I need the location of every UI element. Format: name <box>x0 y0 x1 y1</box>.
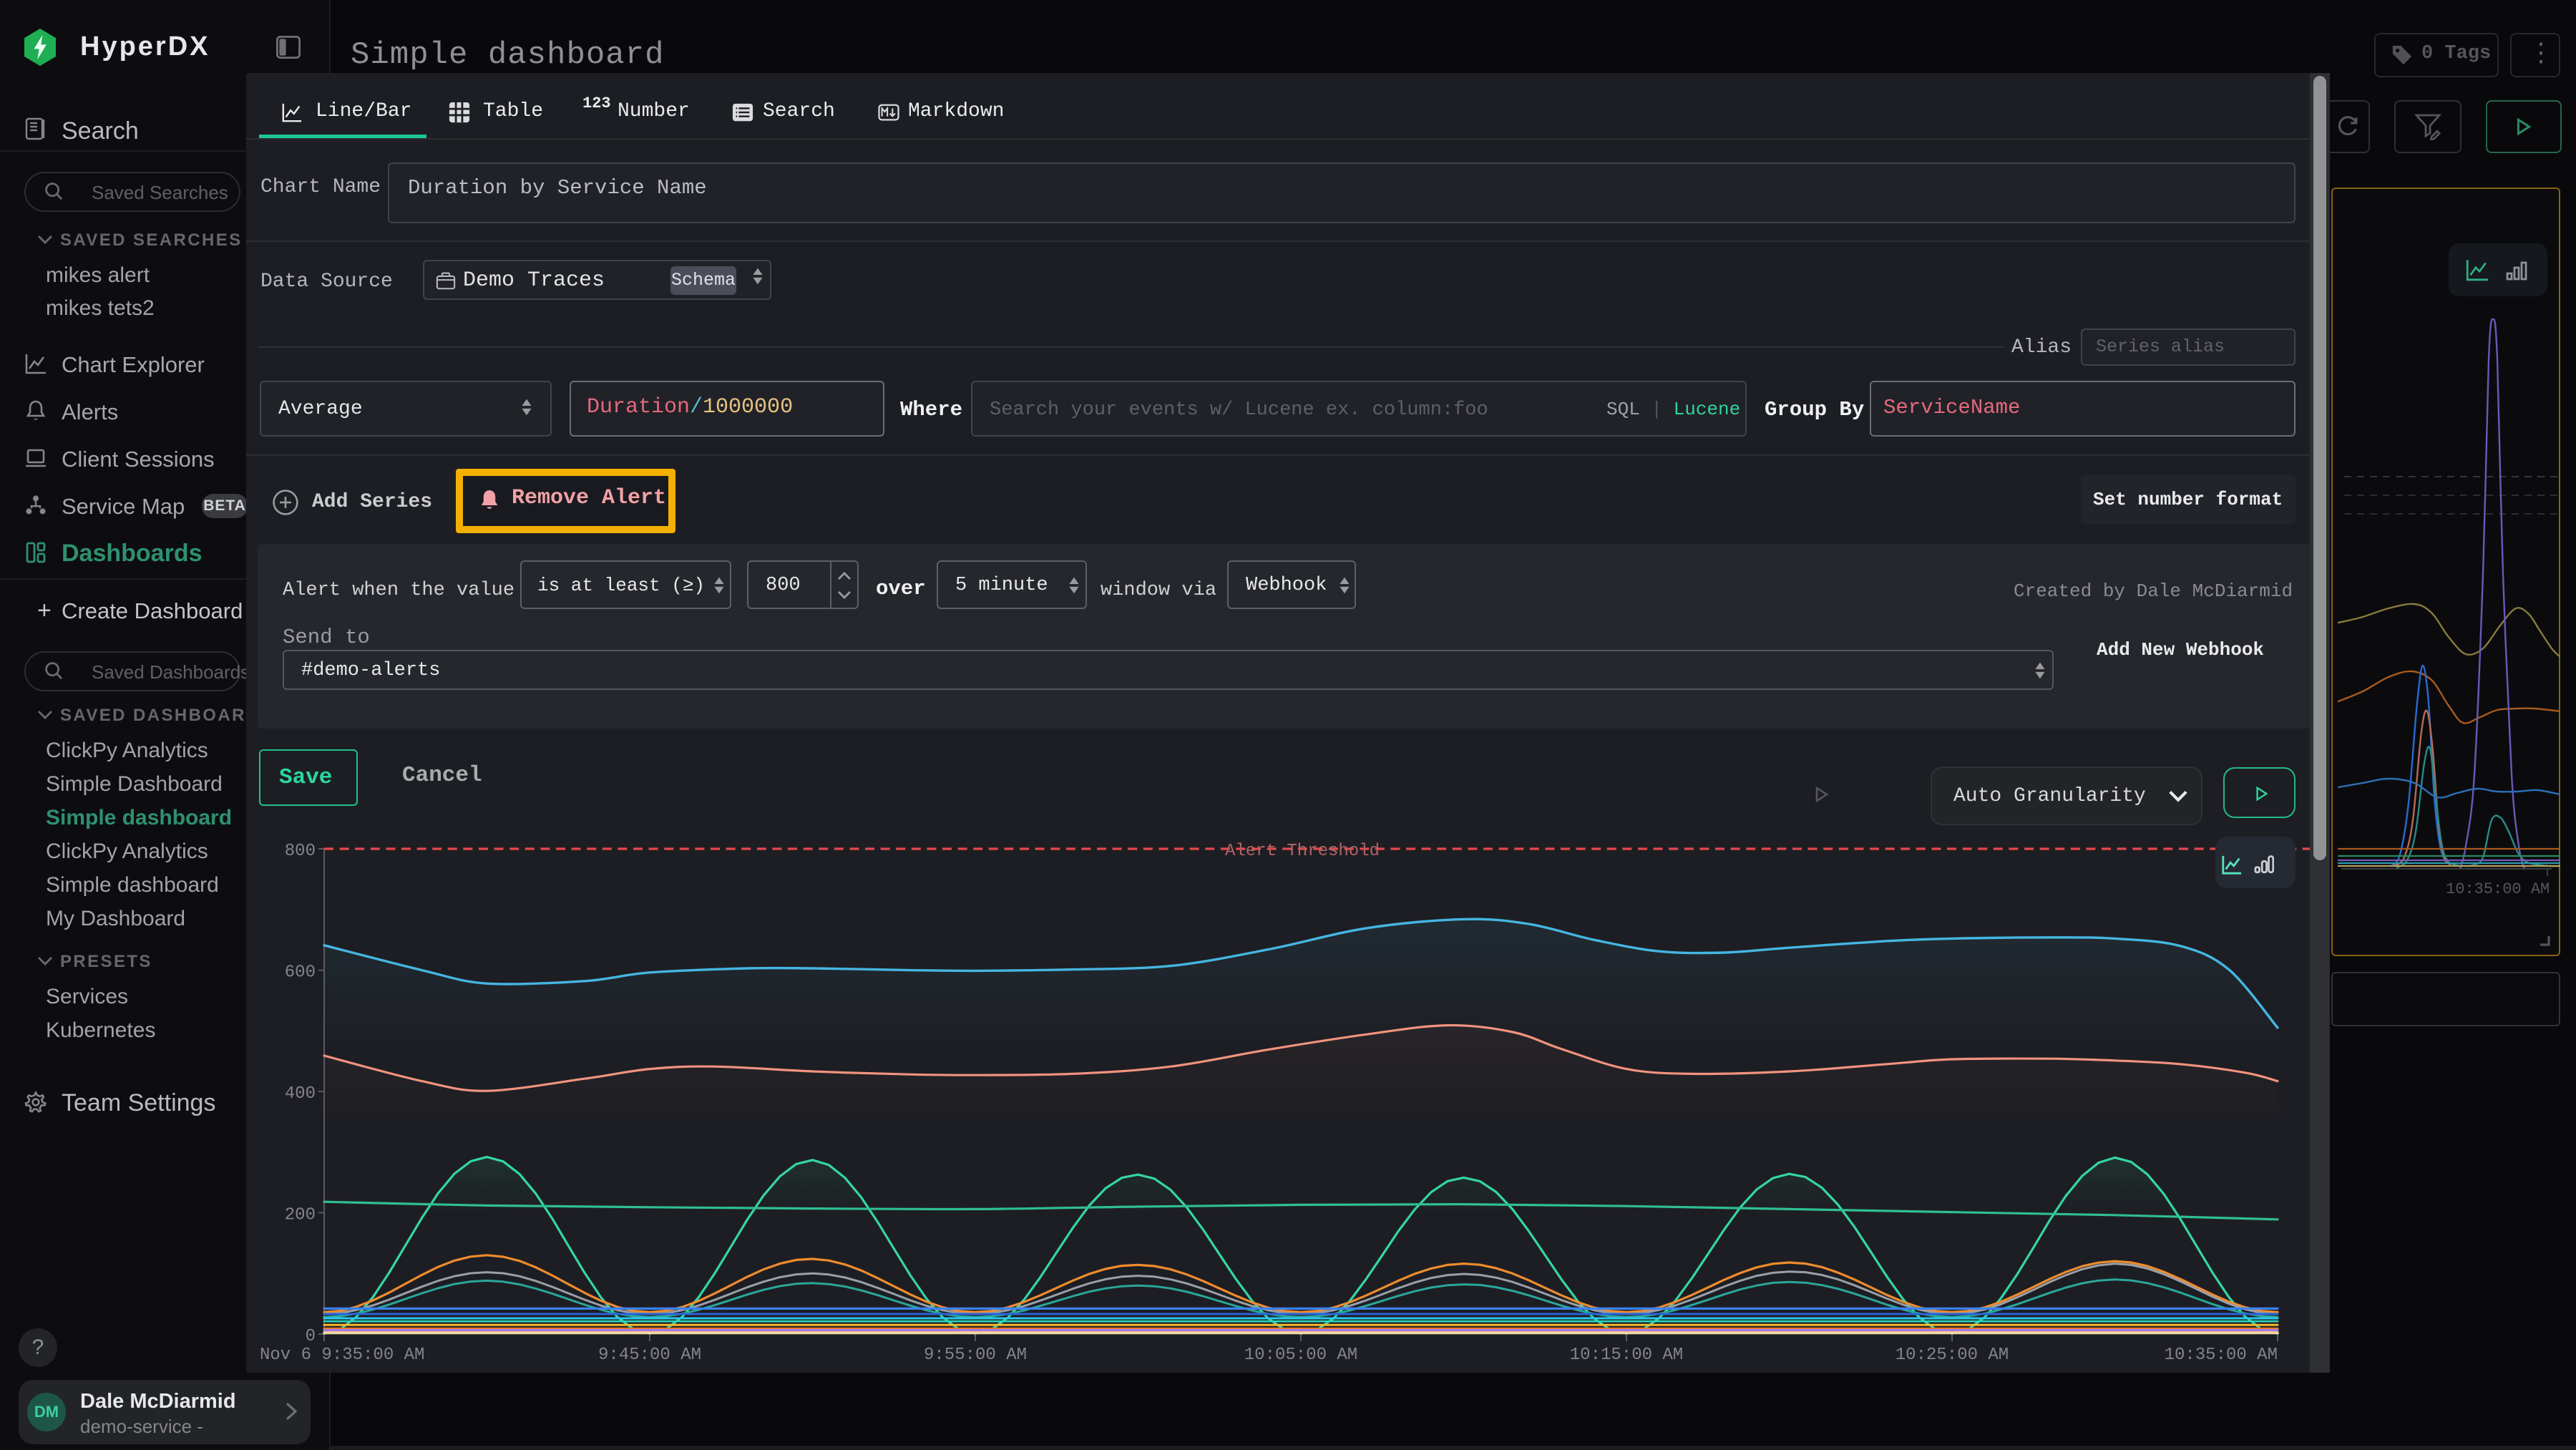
svg-text:10:35:00 AM: 10:35:00 AM <box>2165 1346 2278 1365</box>
svg-text:Nov 6 9:35:00 AM: Nov 6 9:35:00 AM <box>260 1346 424 1365</box>
svg-text:600: 600 <box>285 963 316 982</box>
svg-text:9:45:00 AM: 9:45:00 AM <box>598 1346 701 1365</box>
svg-text:800: 800 <box>285 842 316 861</box>
svg-text:200: 200 <box>285 1206 316 1225</box>
svg-text:Alert Threshold: Alert Threshold <box>1225 842 1380 861</box>
svg-text:9:55:00 AM: 9:55:00 AM <box>924 1346 1027 1365</box>
svg-text:10:15:00 AM: 10:15:00 AM <box>1570 1346 1683 1365</box>
svg-text:0: 0 <box>306 1327 316 1346</box>
svg-text:10:05:00 AM: 10:05:00 AM <box>1244 1346 1357 1365</box>
svg-text:400: 400 <box>285 1084 316 1104</box>
svg-text:10:25:00 AM: 10:25:00 AM <box>1896 1346 2009 1365</box>
